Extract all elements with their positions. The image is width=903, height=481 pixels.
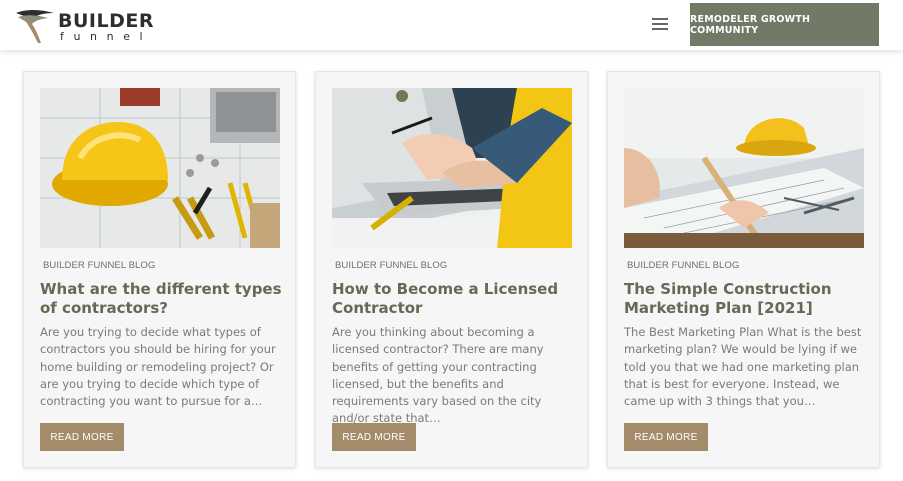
site-header: BUILDER funnel REMODELER GROWTH COMMUNIT… xyxy=(0,0,903,50)
read-more-button[interactable]: READ MORE xyxy=(332,423,416,451)
read-more-button[interactable]: READ MORE xyxy=(624,423,708,451)
post-excerpt: Are you thinking about becoming a licens… xyxy=(332,325,544,426)
logo-wordmark: BUILDER xyxy=(58,10,154,32)
logo-mark-icon xyxy=(16,10,54,43)
post-category[interactable]: BUILDER FUNNEL BLOG xyxy=(335,260,447,271)
post-title[interactable]: How to Become a Licensed Contractor xyxy=(332,280,577,318)
blog-post-card: BUILDER FUNNEL BLOG The Simple Construct… xyxy=(607,71,880,468)
read-more-button[interactable]: READ MORE xyxy=(40,423,124,451)
blog-post-card: BUILDER FUNNEL BLOG What are the differe… xyxy=(23,71,296,468)
laptop-typing-image[interactable] xyxy=(332,88,572,248)
post-title[interactable]: The Simple Construction Marketing Plan [… xyxy=(624,280,869,318)
post-title[interactable]: What are the different types of contract… xyxy=(40,280,285,318)
builder-funnel-logo[interactable]: BUILDER funnel xyxy=(14,5,153,45)
post-category[interactable]: BUILDER FUNNEL BLOG xyxy=(43,260,155,271)
post-excerpt: Are you trying to decide what types of c… xyxy=(40,325,276,409)
drafting-plans-image[interactable] xyxy=(624,88,864,248)
blog-post-card: BUILDER FUNNEL BLOG How to Become a Lice… xyxy=(315,71,588,468)
post-excerpt: The Best Marketing Plan What is the best… xyxy=(624,325,862,409)
remodeler-growth-community-button[interactable]: REMODELER GROWTH COMMUNITY xyxy=(690,3,879,46)
hard-hat-blueprint-image[interactable] xyxy=(40,88,280,248)
logo-subtitle: funnel xyxy=(60,30,153,43)
post-category[interactable]: BUILDER FUNNEL BLOG xyxy=(627,260,739,271)
hamburger-menu-icon[interactable] xyxy=(652,17,670,31)
